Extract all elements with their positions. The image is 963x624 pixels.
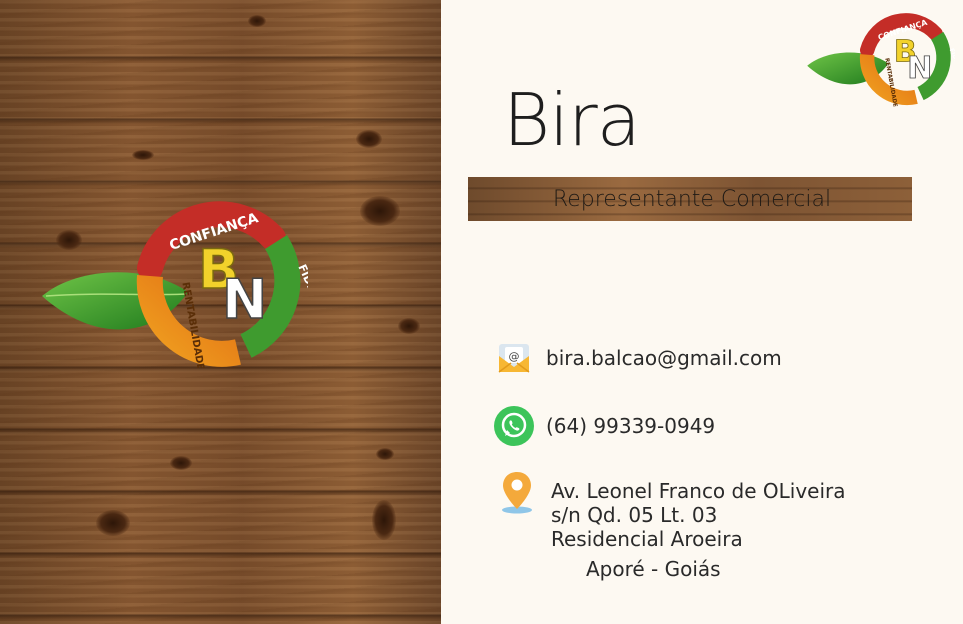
person-name: Bira	[503, 78, 641, 162]
company-logo-small: B N CONFIANÇA FIDELIDADE RENTABILIDADE	[807, 13, 955, 108]
wood-knot	[360, 196, 400, 226]
email-row[interactable]: @ bira.balcao@gmail.com	[496, 340, 782, 376]
role-banner: Representante Comercial	[468, 177, 912, 221]
company-logo-large: B N CONFIANÇA FIDELIDADE RENTABILIDADE	[42, 201, 308, 368]
wood-knot	[376, 448, 394, 460]
wood-knot	[170, 456, 192, 470]
wood-knot	[372, 500, 396, 540]
logo-letter-n: N	[222, 268, 267, 331]
svg-text:@: @	[509, 350, 520, 363]
wood-knot	[398, 318, 420, 334]
wood-knot	[132, 150, 154, 160]
location-pin-icon	[502, 472, 532, 514]
address-line-2: s/n Qd. 05 Lt. 03	[551, 503, 718, 527]
job-title: Representante Comercial	[552, 186, 832, 212]
logo-small-letter-n: N	[907, 51, 932, 86]
address-line-3: Residencial Aroeira	[551, 527, 743, 551]
address-line-1: Av. Leonel Franco de OLiveira	[551, 479, 846, 503]
address-block: Av. Leonel Franco de OLiveira s/n Qd. 05…	[551, 479, 846, 551]
business-card: B N CONFIANÇA FIDELIDADE RENTABILIDADE B…	[0, 0, 963, 624]
email-address[interactable]: bira.balcao@gmail.com	[546, 346, 782, 370]
whatsapp-icon	[494, 406, 534, 446]
wood-knot	[248, 15, 266, 27]
wood-knot	[96, 510, 130, 536]
wood-knot	[356, 130, 382, 148]
city-state: Aporé - Goiás	[586, 557, 721, 581]
phone-number[interactable]: (64) 99339-0949	[546, 414, 715, 438]
phone-row[interactable]: (64) 99339-0949	[493, 405, 715, 447]
email-icon: @	[498, 344, 530, 373]
